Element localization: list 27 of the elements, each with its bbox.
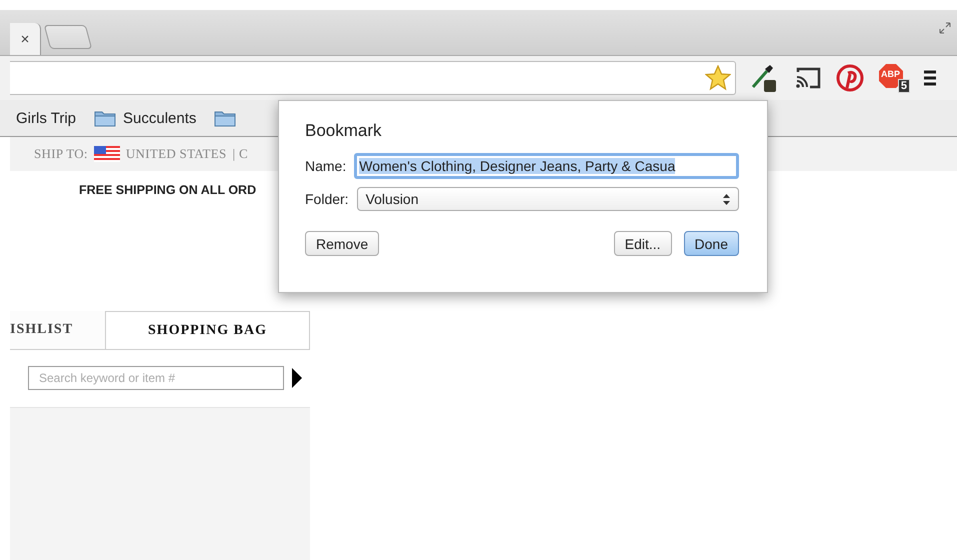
dialog-title: Bookmark bbox=[305, 121, 383, 141]
count-badge: 5 bbox=[898, 79, 910, 93]
folder-icon bbox=[94, 109, 116, 127]
bookmark-item[interactable]: Succulents bbox=[94, 109, 196, 127]
star-icon[interactable] bbox=[705, 65, 731, 91]
done-button[interactable]: Done bbox=[684, 231, 739, 256]
menu-icon[interactable] bbox=[924, 68, 936, 88]
name-field[interactable]: Women's Clothing, Designer Jeans, Party & Casua bbox=[354, 153, 739, 179]
edit-button[interactable]: Edit... bbox=[614, 231, 672, 256]
bookmark-item[interactable] bbox=[214, 109, 236, 127]
folder-dropdown[interactable]: Volusion bbox=[356, 187, 739, 211]
account-tab[interactable]: SHOPPING BAG bbox=[105, 311, 310, 349]
folder-label: Folder: bbox=[305, 191, 349, 207]
name-label: Name: bbox=[305, 158, 346, 174]
search-field[interactable]: Search keyword or item # bbox=[28, 366, 284, 390]
ship-to-label: SHIP TO: bbox=[34, 146, 88, 162]
pinterest-icon[interactable] bbox=[836, 64, 864, 92]
remove-button[interactable]: Remove bbox=[305, 231, 380, 256]
folder-icon bbox=[214, 109, 236, 127]
bookmark-item[interactable]: Girls Trip bbox=[16, 110, 76, 126]
go-arrow-icon[interactable] bbox=[292, 368, 302, 388]
stepper-icon bbox=[723, 194, 730, 204]
fullscreen-icon[interactable] bbox=[939, 22, 951, 34]
tab-close-button[interactable]: × bbox=[20, 30, 30, 48]
cast-icon[interactable] bbox=[794, 66, 822, 90]
flag-icon bbox=[94, 146, 120, 162]
promo-text: FREE SHIPPING ON ALL ORD bbox=[79, 183, 256, 197]
